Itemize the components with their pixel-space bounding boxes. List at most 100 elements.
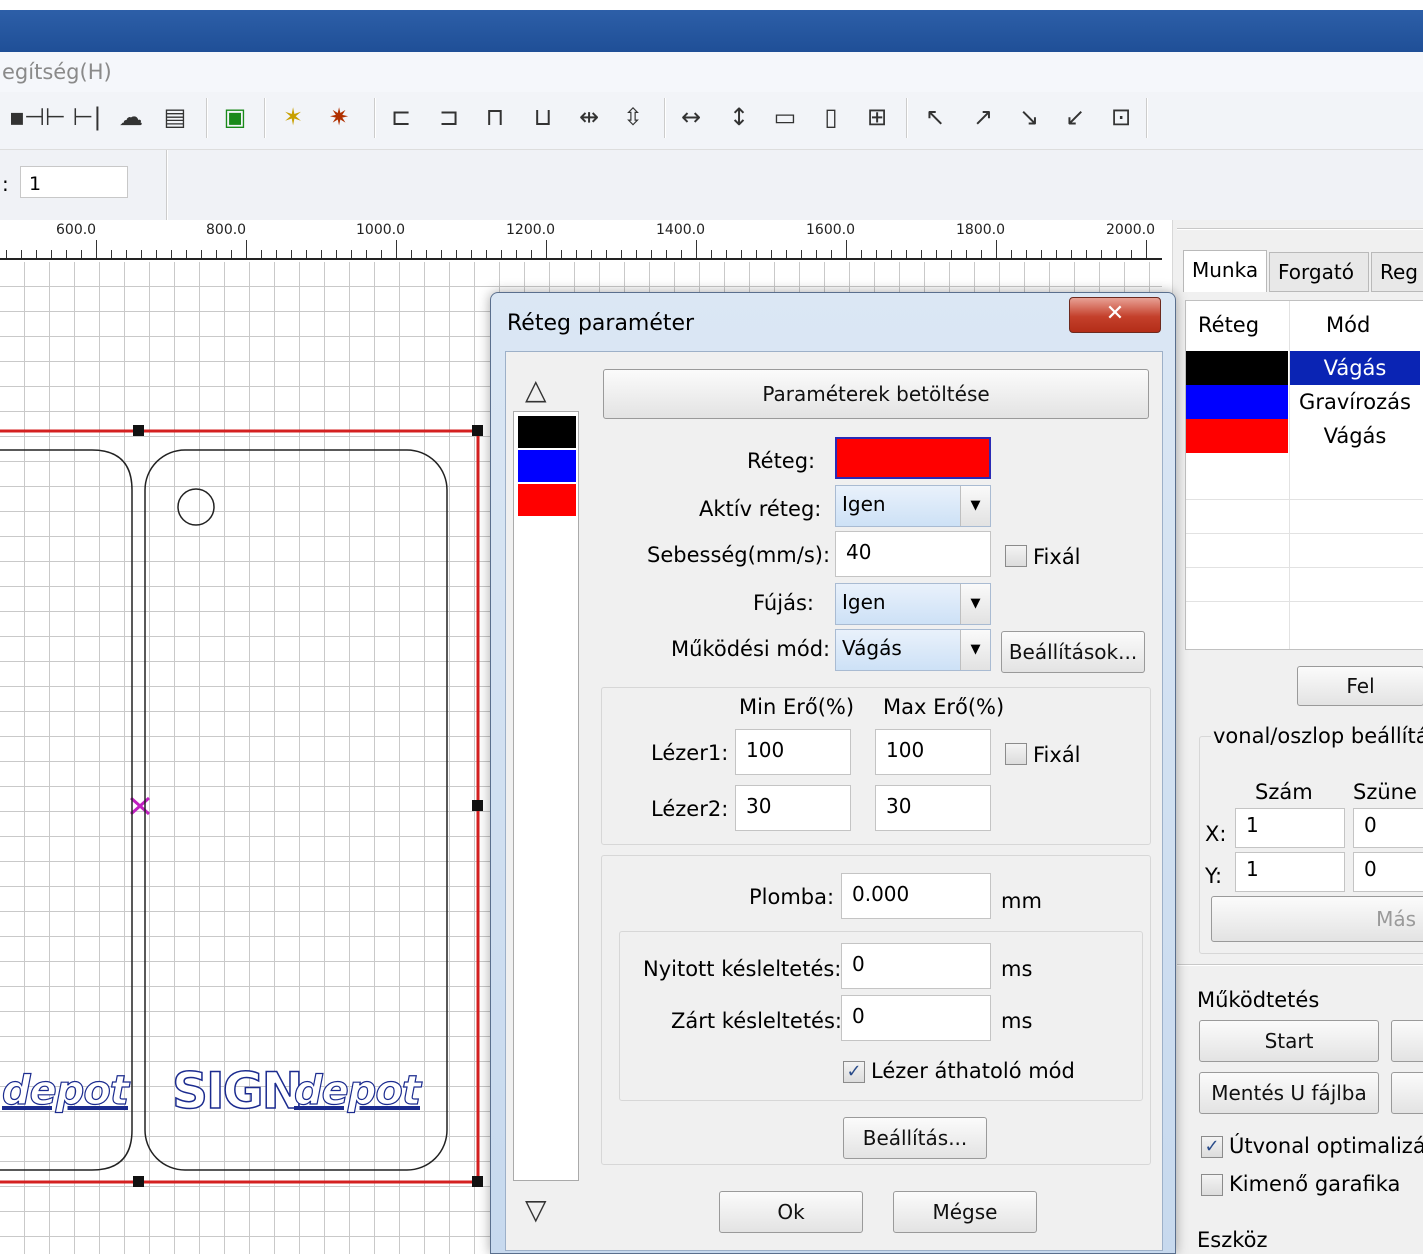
ruler-tick	[651, 250, 652, 258]
laser2-min-input[interactable]: 30	[735, 785, 851, 831]
active-layer-dropdown[interactable]: Igen ▼	[835, 485, 991, 527]
laser1-min-input[interactable]: 100	[735, 729, 851, 775]
output-graphic-checkbox[interactable]	[1201, 1174, 1223, 1196]
distribute-right-icon[interactable]: ⊢|	[70, 100, 104, 134]
same-size-h-icon[interactable]: ▭	[768, 100, 802, 134]
seal-input[interactable]: 0.000	[841, 873, 991, 919]
ruler-tick	[1101, 250, 1102, 258]
laser1-max-input[interactable]: 100	[875, 729, 991, 775]
speed-fix-checkbox[interactable]	[1005, 545, 1027, 567]
chevron-down-icon[interactable]: ▼	[960, 486, 990, 526]
arrow-bottom-right-icon[interactable]: ↘	[1012, 100, 1046, 134]
layer-color-box[interactable]	[835, 437, 991, 479]
scroll-down-icon[interactable]: ▽	[525, 1193, 547, 1226]
x-pause-field[interactable]: 0	[1353, 808, 1423, 848]
monitor-icon[interactable]: ▣	[218, 100, 252, 134]
same-width-icon[interactable]: ↔	[674, 100, 708, 134]
ruler-tick	[6, 250, 7, 258]
ruler-tick	[81, 250, 82, 258]
settings-button[interactable]: Beállítások...	[1001, 631, 1145, 673]
speed-input[interactable]: 40	[835, 531, 991, 577]
center-horizontal-icon[interactable]: ⇹	[572, 100, 606, 134]
arrow-bottom-left-icon[interactable]: ↙	[1058, 100, 1092, 134]
toolbar: ▪ ⊣⊢ ⊢| ☁ ▤ ▣ ✶ ✷ ⊏ ⊐ ⊓ ⊔ ⇹ ⇳ ↔ ↕ ▭ ▯ ⊞ …	[0, 92, 1423, 150]
arrow-top-right-icon[interactable]: ↗	[966, 100, 1000, 134]
close-icon[interactable]: ✕	[1069, 297, 1161, 333]
tab-forgato[interactable]: Forgató	[1269, 252, 1369, 292]
ruler-tick	[561, 250, 562, 258]
seal-unit: mm	[1001, 889, 1042, 913]
ruler-tick	[231, 250, 232, 258]
swatch-blue[interactable]	[518, 450, 576, 482]
cancel-button[interactable]: Mégse	[893, 1191, 1037, 1233]
ruler-tick	[771, 250, 772, 258]
align-left-icon[interactable]: ⊏	[384, 100, 418, 134]
ruler-tick	[486, 250, 487, 258]
ruler-tick	[246, 240, 247, 258]
speed-label: Sebesség(mm/s):	[647, 543, 831, 567]
property-field[interactable]: 1	[20, 166, 128, 198]
y-pause-field[interactable]: 0	[1353, 852, 1423, 892]
ruler-tick	[201, 250, 202, 258]
operation-button-4[interactable]	[1391, 1072, 1423, 1114]
operation-mode-dropdown[interactable]: Vágás ▼	[835, 629, 991, 671]
ruler-label: 1000.0	[356, 222, 405, 238]
ruler-tick	[111, 250, 112, 258]
through-mode-checkbox[interactable]: ✓	[843, 1061, 865, 1083]
ruler-tick	[1131, 250, 1132, 258]
same-height-icon[interactable]: ↕	[722, 100, 756, 134]
ruler-tick	[1026, 250, 1027, 258]
copy-button[interactable]: Más	[1211, 896, 1423, 942]
blow-dropdown[interactable]: Igen ▼	[835, 583, 991, 625]
laser2-max-input[interactable]: 30	[875, 785, 991, 831]
chevron-down-icon[interactable]: ▼	[960, 630, 990, 670]
x-count-field[interactable]: 1	[1235, 808, 1345, 848]
table-gridline	[1186, 499, 1423, 500]
save-u-file-button[interactable]: Mentés U fájlba	[1199, 1072, 1379, 1114]
ruler-tick	[966, 250, 967, 258]
up-button[interactable]: Fel	[1297, 666, 1423, 706]
align-right-icon[interactable]: ⊐	[432, 100, 466, 134]
menu-help[interactable]: egítség(H)	[2, 60, 112, 84]
laser1-label: Lézer1:	[651, 741, 729, 765]
cloud-icon[interactable]: ☁	[114, 100, 148, 134]
chevron-down-icon[interactable]: ▼	[960, 584, 990, 624]
load-parameters-button[interactable]: Paraméterek betöltése	[603, 369, 1149, 419]
selection-handle	[133, 1176, 144, 1187]
ruler-tick	[1041, 250, 1042, 258]
grid-icon[interactable]: ⊞	[860, 100, 894, 134]
path-start-icon[interactable]: ✶	[276, 100, 310, 134]
arrow-top-left-icon[interactable]: ↖	[918, 100, 952, 134]
path-order-icon[interactable]: ✷	[322, 100, 356, 134]
align-top-icon[interactable]: ⊓	[478, 100, 512, 134]
swatch-red[interactable]	[518, 484, 576, 516]
power-fix-checkbox[interactable]	[1005, 743, 1027, 765]
operation-button-2[interactable]	[1391, 1020, 1423, 1062]
table-row[interactable]: Gravírozás	[1186, 385, 1423, 419]
ok-button[interactable]: Ok	[719, 1191, 863, 1233]
swatch-black[interactable]	[518, 416, 576, 448]
setting-button[interactable]: Beállítás...	[843, 1117, 987, 1159]
layer-mode-cell: Vágás	[1323, 424, 1387, 448]
scroll-up-icon[interactable]: △	[525, 373, 547, 406]
close-delay-input[interactable]: 0	[841, 995, 991, 1041]
open-delay-input[interactable]: 0	[841, 943, 991, 989]
ruler-label: 1400.0	[656, 222, 705, 238]
same-size-v-icon[interactable]: ▯	[814, 100, 848, 134]
properties-icon[interactable]: ▤	[158, 100, 192, 134]
tab-munka[interactable]: Munka	[1183, 250, 1267, 292]
y-count-field[interactable]: 1	[1235, 852, 1345, 892]
selection-handle	[472, 800, 483, 811]
ruler-tick	[441, 250, 442, 258]
center-box-icon[interactable]: ⊡	[1104, 100, 1138, 134]
tab-reg[interactable]: Reg	[1371, 252, 1423, 292]
table-row[interactable]: Vágás	[1186, 351, 1423, 385]
start-button[interactable]: Start	[1199, 1020, 1379, 1062]
center-vertical-icon[interactable]: ⇳	[616, 100, 650, 134]
distribute-horizontal-icon[interactable]: ⊣⊢	[24, 100, 66, 134]
ruler-tick	[411, 250, 412, 258]
align-bottom-icon[interactable]: ⊔	[526, 100, 560, 134]
table-row[interactable]: Vágás	[1186, 419, 1423, 453]
ruler-tick	[861, 250, 862, 258]
path-optimize-checkbox[interactable]: ✓	[1201, 1136, 1223, 1158]
